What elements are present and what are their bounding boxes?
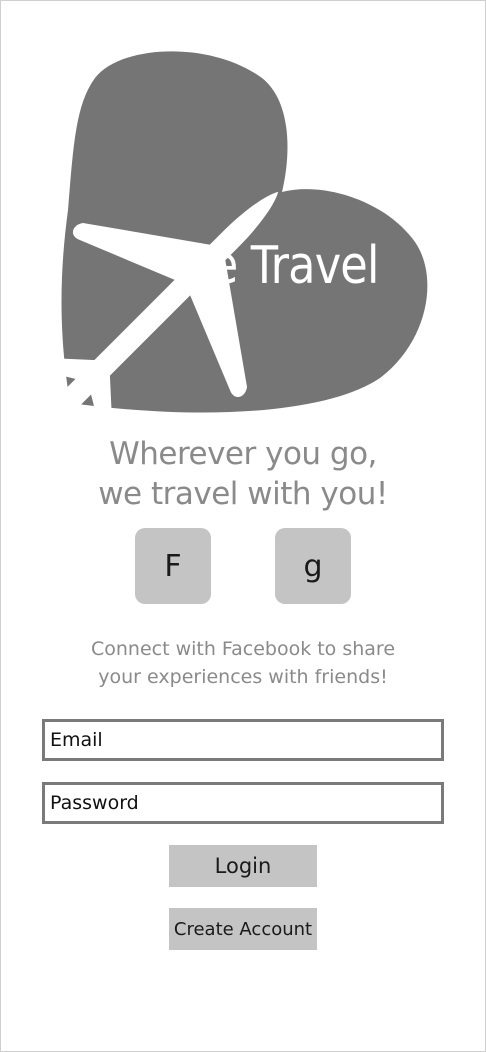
google-icon: g	[303, 548, 323, 584]
tagline: Wherever you go, we travel with you!	[0, 434, 486, 514]
facebook-login-button[interactable]: F	[135, 528, 211, 604]
google-login-button[interactable]: g	[275, 528, 351, 604]
password-field[interactable]	[42, 782, 444, 824]
connect-line-1: Connect with Facebook to share	[90, 638, 396, 660]
connect-line-2: your experiences with friends!	[98, 666, 388, 688]
tagline-line-1: Wherever you go,	[109, 436, 377, 472]
login-button-label: Login	[214, 854, 272, 878]
brand-title: We Travel	[170, 236, 379, 296]
create-account-button-label: Create Account	[173, 918, 313, 940]
connect-description: Connect with Facebook to share your expe…	[0, 635, 486, 691]
login-button[interactable]: Login	[169, 845, 317, 887]
heart-icon	[26, 51, 428, 430]
create-account-button[interactable]: Create Account	[169, 908, 317, 950]
facebook-icon: F	[164, 548, 182, 584]
email-field[interactable]	[42, 719, 444, 761]
tagline-line-2: we travel with you!	[98, 476, 388, 512]
app-logo: We Travel	[0, 0, 486, 430]
